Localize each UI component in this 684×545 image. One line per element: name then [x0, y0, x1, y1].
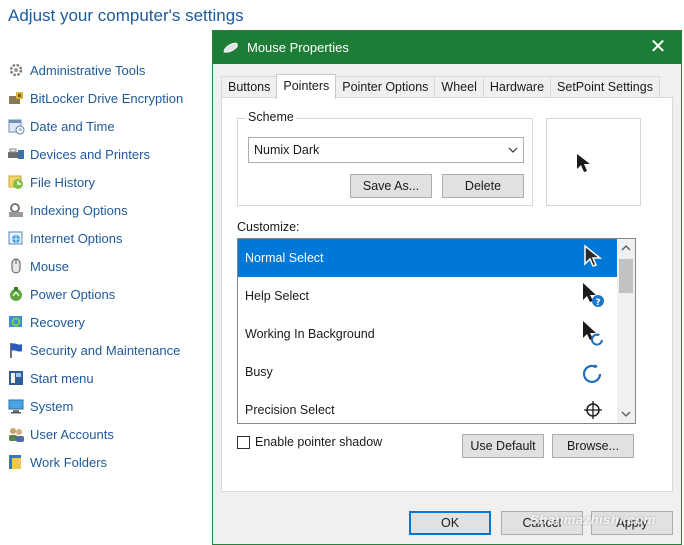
- system-icon: [7, 397, 25, 415]
- bitlocker-icon: [7, 89, 25, 107]
- use-default-button[interactable]: Use Default: [462, 434, 544, 458]
- internet-options-icon: [7, 229, 25, 247]
- save-as-button[interactable]: Save As...: [350, 174, 432, 198]
- cp-item-label: Mouse: [30, 258, 70, 274]
- cp-item-recovery[interactable]: Recovery: [7, 308, 212, 336]
- pointer-shadow-label: Enable pointer shadow: [255, 435, 383, 449]
- cp-item-start-menu[interactable]: Start menu: [7, 364, 212, 392]
- pointers-panel: Scheme Numix Dark Save As... Delete Cust…: [221, 97, 673, 492]
- svg-text:?: ?: [595, 298, 600, 308]
- power-options-icon: [7, 285, 25, 303]
- cp-item-label: Recovery: [30, 314, 85, 330]
- dialog-title: Mouse Properties: [247, 40, 349, 55]
- apply-button[interactable]: Apply: [591, 511, 673, 535]
- browse-button[interactable]: Browse...: [552, 434, 634, 458]
- scrollbar-thumb[interactable]: [619, 259, 633, 293]
- tab-pointers[interactable]: Pointers: [276, 74, 337, 99]
- cp-item-bitlocker[interactable]: BitLocker Drive Encryption: [7, 84, 212, 112]
- cp-item-file-history[interactable]: File History: [7, 168, 212, 196]
- cp-item-label: BitLocker Drive Encryption: [30, 90, 184, 106]
- cancel-button[interactable]: Cancel: [501, 511, 583, 535]
- cp-item-label: Date and Time: [30, 118, 115, 134]
- control-panel-list: Administrative Tools BitLocker Drive Enc…: [7, 56, 212, 476]
- cp-item-security-maintenance[interactable]: Security and Maintenance: [7, 336, 212, 364]
- cp-item-indexing-options[interactable]: Indexing Options: [7, 196, 212, 224]
- indexing-options-icon: [7, 201, 25, 219]
- busy-cursor-icon: [582, 364, 602, 383]
- list-scrollbar[interactable]: [617, 239, 635, 423]
- recovery-icon: [7, 313, 25, 331]
- pointer-shadow-checkbox[interactable]: [237, 435, 250, 449]
- cp-item-date-time[interactable]: Date and Time: [7, 112, 212, 140]
- delete-button[interactable]: Delete: [442, 174, 524, 198]
- ok-button[interactable]: OK: [409, 511, 491, 535]
- working-cursor-icon: [583, 321, 603, 346]
- help-cursor-icon: ?: [583, 283, 604, 308]
- tab-wheel[interactable]: Wheel: [434, 76, 484, 98]
- cursor-preview: [546, 118, 641, 206]
- list-item-label: Working In Background: [245, 327, 375, 341]
- page-title: Adjust your computer's settings: [8, 6, 244, 25]
- scheme-label: Scheme: [246, 110, 296, 124]
- list-item-label: Precision Select: [245, 403, 335, 417]
- cp-item-label: Internet Options: [30, 230, 123, 246]
- cp-item-power-options[interactable]: Power Options: [7, 280, 212, 308]
- mouse-icon: [7, 257, 25, 275]
- scheme-select[interactable]: Numix Dark: [248, 137, 524, 163]
- dialog-titlebar[interactable]: Mouse Properties ✕: [213, 31, 681, 64]
- tab-pointer-options[interactable]: Pointer Options: [335, 76, 436, 98]
- scheme-group: Scheme Numix Dark Save As... Delete: [237, 110, 533, 206]
- cp-item-user-accounts[interactable]: User Accounts: [7, 420, 212, 448]
- list-item-normal-select[interactable]: Normal Select: [238, 239, 618, 277]
- cp-item-devices-printers[interactable]: Devices and Printers: [7, 140, 212, 168]
- cp-item-internet-options[interactable]: Internet Options: [7, 224, 212, 252]
- tab-setpoint-settings[interactable]: SetPoint Settings: [550, 76, 660, 98]
- cp-item-label: Work Folders: [30, 454, 108, 470]
- scroll-up-icon[interactable]: [621, 244, 631, 252]
- security-flag-icon: [7, 341, 25, 359]
- cp-item-label: Indexing Options: [30, 202, 128, 218]
- start-menu-icon: [7, 369, 25, 387]
- enable-pointer-shadow[interactable]: Enable pointer shadow: [237, 435, 382, 449]
- list-item-label: Normal Select: [245, 251, 324, 265]
- arrow-cursor-icon: [584, 244, 603, 267]
- cp-item-mouse[interactable]: Mouse: [7, 252, 212, 280]
- tab-hardware[interactable]: Hardware: [482, 76, 552, 98]
- list-item-help-select[interactable]: Help Select ?: [238, 277, 618, 315]
- preview-arrow-cursor-icon: [577, 154, 590, 172]
- cp-item-label: System: [30, 398, 74, 414]
- mouse-properties-dialog: Mouse Properties ✕ Buttons Pointers Poin…: [212, 30, 682, 545]
- chevron-down-icon: [508, 147, 518, 153]
- list-item-working-background[interactable]: Working In Background: [238, 315, 618, 353]
- cp-item-work-folders[interactable]: Work Folders: [7, 448, 212, 476]
- file-history-icon: [7, 173, 25, 191]
- cp-item-label: Security and Maintenance: [30, 342, 181, 358]
- cp-item-label: Devices and Printers: [30, 146, 150, 162]
- cp-item-system[interactable]: System: [7, 392, 212, 420]
- devices-printers-icon: [7, 145, 25, 163]
- list-item-label: Busy: [245, 365, 273, 379]
- cp-item-label: Start menu: [30, 370, 94, 386]
- administrative-tools-icon: [7, 61, 25, 79]
- user-accounts-icon: [7, 425, 25, 443]
- date-time-icon: [7, 117, 25, 135]
- list-item-busy[interactable]: Busy: [238, 353, 618, 391]
- cp-item-administrative-tools[interactable]: Administrative Tools: [7, 56, 212, 84]
- cp-item-label: Power Options: [30, 286, 116, 302]
- cp-item-label: Administrative Tools: [30, 62, 146, 78]
- scroll-down-icon[interactable]: [621, 410, 631, 418]
- work-folders-icon: [7, 453, 25, 471]
- list-item-label: Help Select: [245, 289, 309, 303]
- tab-strip: Buttons Pointers Pointer Options Wheel H…: [221, 74, 660, 99]
- mouse-app-icon: [223, 42, 238, 53]
- crosshair-cursor-icon: [584, 401, 602, 419]
- cursor-list: Normal Select Help Select ? Working In B…: [237, 238, 636, 424]
- list-item-precision-select[interactable]: Precision Select: [238, 391, 618, 423]
- customize-label: Customize:: [237, 220, 300, 234]
- scheme-selected-value: Numix Dark: [254, 143, 320, 157]
- cp-item-label: User Accounts: [30, 426, 114, 442]
- close-icon[interactable]: ✕: [649, 37, 667, 57]
- tab-buttons[interactable]: Buttons: [221, 76, 278, 98]
- cp-item-label: File History: [30, 174, 96, 190]
